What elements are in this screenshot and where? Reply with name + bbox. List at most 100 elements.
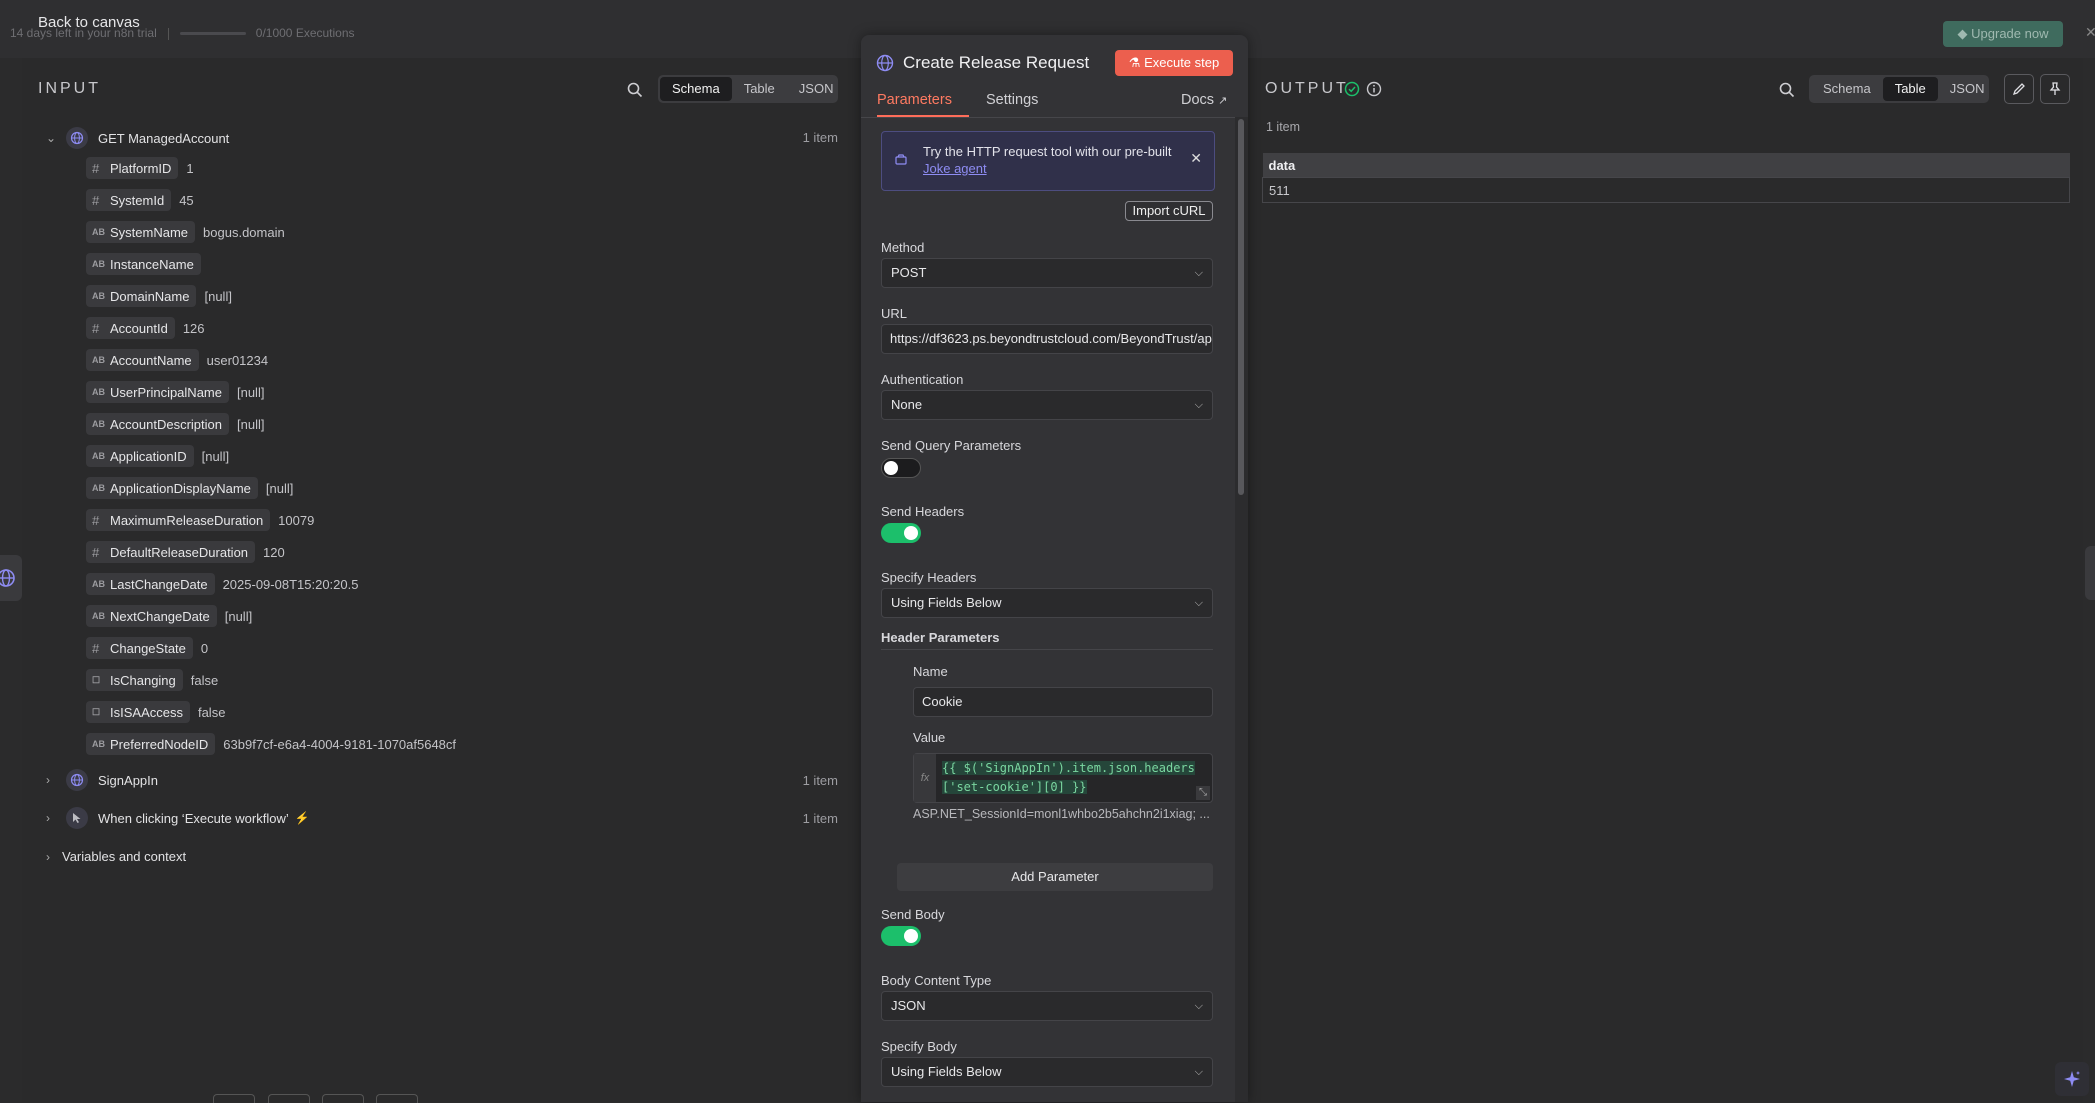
send-query-toggle[interactable] <box>881 458 921 478</box>
pin-data-button[interactable] <box>2040 74 2070 104</box>
close-icon[interactable]: ✕ <box>1190 150 1202 167</box>
node-float-handle[interactable] <box>0 555 22 601</box>
header-value-expression[interactable]: fx {{ $('SignAppIn').item.json.headers [… <box>913 753 1213 803</box>
schema-field[interactable]: AB AccountDescription [null] <box>86 413 264 435</box>
schema-field[interactable]: # MaximumReleaseDuration 10079 <box>86 509 314 531</box>
import-curl-button[interactable]: Import cURL <box>1125 201 1213 221</box>
item-count: 1 item <box>802 811 838 826</box>
expand-icon[interactable]: ⤡ <box>1196 786 1210 800</box>
scrollbar[interactable] <box>1238 119 1244 495</box>
schema-field[interactable]: AB LastChangeDate 2025-09-08T15:20:20.5 <box>86 573 358 595</box>
node-title[interactable]: Create Release Request <box>903 53 1089 73</box>
field-key: SystemName <box>110 224 189 240</box>
external-link-icon: ↗ <box>1218 95 1228 107</box>
output-view-json[interactable]: JSON <box>1938 77 1997 101</box>
body-content-type-select[interactable]: JSON ⌵ <box>881 991 1213 1021</box>
schema-field[interactable]: AB ApplicationID [null] <box>86 445 229 467</box>
schema-field[interactable]: # AccountId 126 <box>86 317 205 339</box>
node-name: When clicking ‘Execute workflow’ <box>98 810 289 826</box>
schema-field[interactable]: ☐ IsISAAccess false <box>86 701 225 723</box>
globe-icon <box>66 769 88 791</box>
string-type-icon: AB <box>92 739 105 749</box>
input-node-manual-trigger[interactable]: › When clicking ‘Execute workflow’ ⚡ <box>46 807 310 829</box>
schema-field[interactable]: AB PreferredNodeID 63b9f7cf-e6a4-4004-9181… <box>86 733 456 755</box>
output-view-schema[interactable]: Schema <box>1811 77 1883 101</box>
field-key: ChangeState <box>110 640 186 656</box>
docs-link[interactable]: Docs ↗ <box>1181 92 1227 108</box>
field-value: 0 <box>200 640 209 656</box>
docs-label: Docs <box>1181 92 1215 108</box>
send-body-toggle[interactable] <box>881 926 921 946</box>
schema-field[interactable]: AB ApplicationDisplayName [null] <box>86 477 293 499</box>
back-to-canvas-link[interactable]: Back to canvas <box>38 14 140 31</box>
send-query-label: Send Query Parameters <box>881 438 1022 453</box>
string-type-icon: AB <box>92 259 105 269</box>
search-icon[interactable] <box>627 82 643 98</box>
search-icon[interactable] <box>1779 82 1795 98</box>
specify-headers-select[interactable]: Using Fields Below ⌵ <box>881 588 1213 618</box>
schema-field[interactable]: AB AccountName user01234 <box>86 349 268 371</box>
field-value: [null] <box>265 480 294 496</box>
chevron-down-icon: ⌵ <box>1194 399 1203 411</box>
header-parameters-label: Header Parameters <box>881 630 1000 645</box>
banner-text: Try the HTTP request tool with our pre-b… <box>923 143 1172 177</box>
input-view-table[interactable]: Table <box>732 77 787 101</box>
input-node-signappin[interactable]: › SignAppIn <box>46 769 158 791</box>
node-name: GET ManagedAccount <box>98 130 230 146</box>
executions-text: 0/1000 Executions <box>255 26 355 40</box>
schema-field[interactable]: AB DomainName [null] <box>86 285 232 307</box>
string-type-icon: AB <box>92 227 105 237</box>
specify-headers-label: Specify Headers <box>881 570 977 585</box>
header-name-input[interactable]: Cookie <box>913 687 1213 717</box>
schema-field[interactable]: AB SystemName bogus.domain <box>86 221 285 243</box>
close-icon[interactable]: ✕ <box>2085 24 2095 41</box>
schema-field[interactable]: AB NextChangeDate [null] <box>86 605 252 627</box>
schema-field[interactable]: # DefaultReleaseDuration 120 <box>86 541 285 563</box>
url-input[interactable]: https://df3623.ps.beyondtrustcloud.com/B… <box>881 324 1213 354</box>
add-parameter-button[interactable]: Add Parameter <box>897 863 1213 891</box>
variables-and-context[interactable]: › Variables and context <box>46 849 186 864</box>
diamond-icon: ◆ <box>1957 26 1968 41</box>
globe-icon <box>876 54 894 72</box>
body-content-type-value: JSON <box>891 998 926 1013</box>
check-circle-icon <box>1344 81 1360 97</box>
sparkle-icon <box>2064 1071 2080 1087</box>
schema-field[interactable]: AB UserPrincipalName [null] <box>86 381 264 403</box>
input-view-switcher: Schema Table JSON <box>658 75 838 103</box>
tab-settings[interactable]: Settings <box>986 92 1038 108</box>
schema-field[interactable]: # SystemId 45 <box>86 189 194 211</box>
fx-icon: fx <box>914 754 936 802</box>
joke-agent-link[interactable]: Joke agent <box>923 161 987 176</box>
schema-field[interactable]: # ChangeState 0 <box>86 637 208 659</box>
node-name: SignAppIn <box>98 772 158 788</box>
back-to-canvas-label: Back to canvas <box>38 14 140 31</box>
authentication-select[interactable]: None ⌵ <box>881 390 1213 420</box>
divider <box>861 117 1248 118</box>
send-headers-toggle[interactable] <box>881 523 921 543</box>
table-cell[interactable]: 511 <box>1262 177 2070 203</box>
method-select[interactable]: POST ⌵ <box>881 258 1213 288</box>
ai-assistant-button[interactable] <box>2055 1062 2089 1096</box>
string-type-icon: AB <box>92 483 105 493</box>
upgrade-button[interactable]: ◆ Upgrade now <box>1943 21 2063 47</box>
output-panel: OUTPUT Schema Table JSON 1 item data 511 <box>1248 58 2083 1102</box>
bolt-icon: ⚡ <box>294 811 310 825</box>
field-key: DomainName <box>110 288 190 304</box>
edit-output-button[interactable] <box>2004 74 2034 104</box>
side-panel-handle[interactable] <box>2085 546 2095 600</box>
tab-parameters[interactable]: Parameters <box>877 92 952 108</box>
execute-step-button[interactable]: ⚗ Execute step <box>1115 50 1233 76</box>
expression-line: ['set-cookie'][0] }} <box>942 780 1087 794</box>
input-node-get-managedaccount[interactable]: ⌄ GET ManagedAccount <box>46 127 229 149</box>
schema-field[interactable]: # PlatformID 1 <box>86 157 194 179</box>
expression-line: {{ $('SignAppIn').item.json.headers <box>942 761 1195 775</box>
specify-body-select[interactable]: Using Fields Below ⌵ <box>881 1057 1213 1087</box>
schema-field[interactable]: AB InstanceName <box>86 253 209 275</box>
input-view-json[interactable]: JSON <box>787 77 846 101</box>
output-view-table[interactable]: Table <box>1882 77 1938 101</box>
input-view-schema[interactable]: Schema <box>660 77 732 101</box>
field-value: false <box>197 704 226 720</box>
info-icon[interactable] <box>1366 81 1382 97</box>
schema-field[interactable]: ☐ IsChanging false <box>86 669 218 691</box>
string-type-icon: AB <box>92 451 105 461</box>
